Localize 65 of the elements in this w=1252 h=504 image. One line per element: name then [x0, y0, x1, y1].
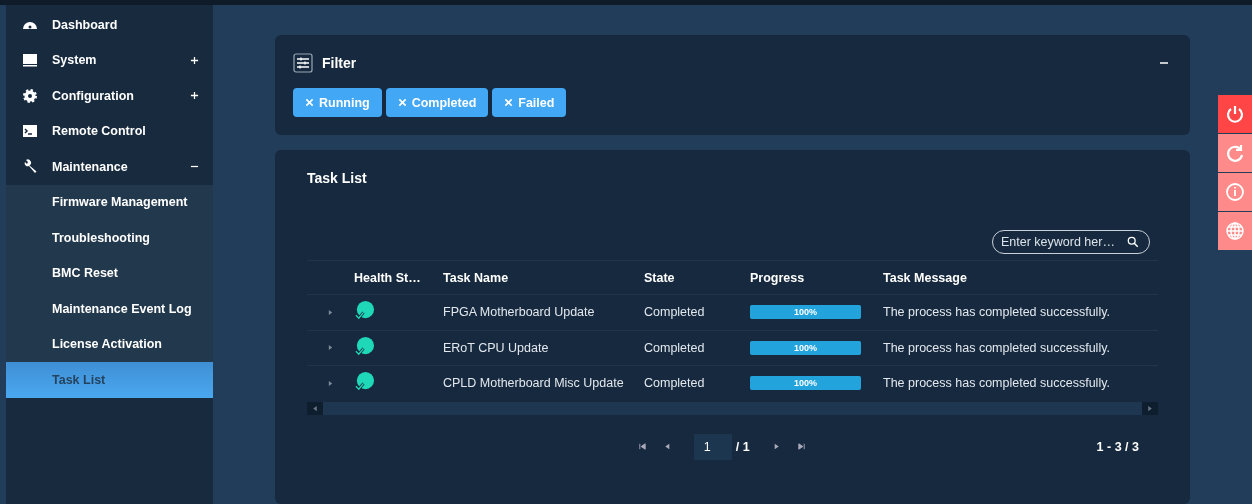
progress-label: 100%	[794, 378, 817, 389]
nav-item[interactable]: System	[6, 42, 213, 78]
health-ok-icon	[354, 300, 375, 322]
previous-page-icon[interactable]	[662, 442, 672, 451]
nav-label: Dashboard	[52, 17, 119, 32]
panel-title: Task List	[307, 170, 368, 186]
nav-label: Maintenance	[52, 159, 129, 174]
table-cell-text: The process has completed successfully.	[883, 340, 1111, 355]
table-cell-text: Completed	[644, 340, 706, 355]
column-header: State	[644, 270, 676, 285]
table-cell-text: The process has completed successfully.	[883, 376, 1111, 391]
nav-item[interactable]: Remote Control	[6, 113, 213, 149]
nav-label: Configuration	[52, 88, 135, 103]
submenu-item[interactable]: License Activation	[6, 326, 213, 362]
wrench-icon	[22, 158, 38, 175]
power-icon	[1225, 104, 1245, 124]
health-ok-icon	[354, 371, 375, 393]
expand-arrow-icon[interactable]	[328, 344, 333, 352]
info-icon	[1225, 182, 1245, 202]
nav-label: System	[52, 53, 98, 68]
table-cell-text: The process has completed successfully.	[883, 305, 1111, 320]
table-cell-text: CPLD Motherboard Misc Update	[443, 376, 625, 391]
panel-title: Filter	[322, 55, 358, 71]
close-icon	[504, 98, 514, 107]
progress-label: 100%	[794, 307, 817, 318]
submenu-item[interactable]: Maintenance Event Log	[6, 291, 213, 327]
nav-item[interactable]: Dashboard	[6, 7, 213, 43]
table-cell-text: Completed	[644, 305, 706, 320]
search-icon	[1127, 236, 1139, 248]
submenu-item[interactable]: Firmware Management	[6, 184, 213, 220]
last-page-icon[interactable]	[796, 442, 806, 451]
page-field[interactable]: 1	[693, 433, 732, 460]
horizontal-scrollbar[interactable]	[307, 401, 1158, 415]
close-icon	[305, 98, 314, 107]
expand-arrow-icon[interactable]	[328, 308, 333, 316]
first-page-icon[interactable]	[637, 442, 647, 451]
close-icon	[397, 98, 407, 107]
monitor-icon	[22, 52, 38, 69]
plus-icon[interactable]	[190, 55, 199, 65]
scroll-right-icon[interactable]	[1147, 404, 1153, 412]
expand-arrow-icon[interactable]	[328, 379, 333, 387]
result-range: 1 - 3 / 3	[1096, 439, 1139, 454]
nav-item[interactable]: Maintenance	[6, 149, 213, 185]
gear-icon	[22, 87, 38, 104]
column-header: Progress	[750, 270, 806, 285]
column-header: Task Message	[883, 270, 968, 285]
scroll-left-icon[interactable]	[312, 404, 318, 412]
power-button[interactable]	[1218, 95, 1252, 133]
nav-label: Remote Control	[52, 124, 147, 139]
nav-item[interactable]: Configuration	[6, 78, 213, 114]
column-header: Task Name	[443, 270, 510, 285]
submenu-item[interactable]: Troubleshooting	[6, 220, 213, 256]
table-cell-text: FPGA Motherboard Update	[443, 305, 596, 320]
terminal-icon	[22, 123, 38, 140]
column-header: Health St…	[354, 270, 422, 285]
health-ok-icon	[354, 335, 375, 357]
page-total: / 1	[735, 439, 750, 454]
globe-icon	[1225, 221, 1245, 241]
submenu-item[interactable]: BMC Reset	[6, 255, 213, 291]
plus-icon[interactable]	[190, 91, 199, 101]
progress-label: 100%	[794, 342, 817, 353]
sliders-icon	[293, 53, 313, 73]
table-cell-text: ERoT CPU Update	[443, 340, 550, 355]
refresh-icon	[1225, 143, 1245, 163]
table-cell-text: Completed	[644, 376, 706, 391]
